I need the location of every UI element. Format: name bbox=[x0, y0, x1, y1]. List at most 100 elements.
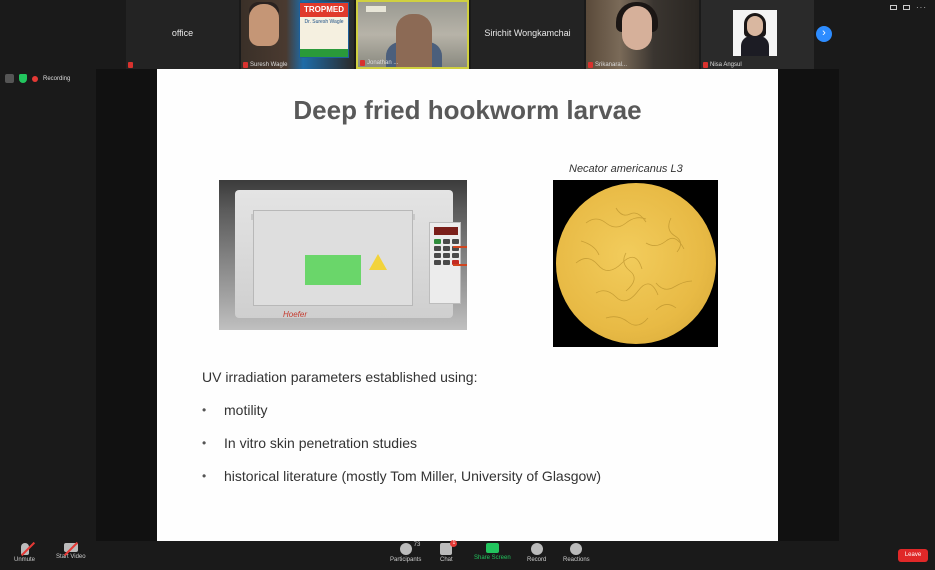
participant-caption bbox=[128, 62, 133, 68]
video-tile-suresh[interactable]: TROPMED Dr. Suresh Wagle Suresh Wagle bbox=[241, 0, 354, 69]
slide-title: Deep fried hookworm larvae bbox=[293, 95, 642, 125]
bullet-marker: • bbox=[202, 469, 207, 483]
more-options-icon[interactable]: ··· bbox=[916, 4, 927, 12]
recording-label: Recording bbox=[43, 75, 71, 82]
larva bbox=[595, 283, 659, 302]
keypad-key bbox=[443, 260, 450, 265]
larva bbox=[585, 217, 647, 228]
start-video-button[interactable]: Start Video bbox=[56, 543, 86, 560]
window-controls: ··· bbox=[890, 4, 927, 12]
video-tile-srikanaral[interactable]: Srikanaral... bbox=[586, 0, 699, 69]
bullet-item: • historical literature (mostly Tom Mill… bbox=[202, 468, 601, 484]
bullet-item: • In vitro skin penetration studies bbox=[202, 435, 417, 451]
record-button[interactable]: Record bbox=[527, 543, 546, 563]
device-brand: Hoefer bbox=[283, 310, 308, 319]
keypad-key bbox=[443, 246, 450, 251]
microphone-muted-icon bbox=[20, 543, 29, 555]
larva bbox=[645, 237, 685, 250]
participant-body bbox=[741, 36, 769, 56]
larva bbox=[623, 252, 635, 292]
bullet-marker: • bbox=[202, 436, 207, 450]
leave-button[interactable]: Leave bbox=[898, 549, 928, 562]
larva bbox=[655, 304, 677, 311]
banner-footer bbox=[300, 49, 348, 57]
share-screen-label: Share Screen bbox=[474, 555, 511, 561]
video-tile-nisa[interactable]: Nisa Angsul bbox=[701, 0, 814, 69]
larvae-micrograph bbox=[553, 180, 718, 347]
device-keypad bbox=[429, 222, 461, 304]
encryption-shield-icon[interactable] bbox=[19, 74, 27, 83]
participant-face bbox=[747, 16, 763, 36]
keypad-key bbox=[434, 246, 441, 251]
recording-dot-icon bbox=[32, 75, 38, 82]
bullet-item: • motility bbox=[202, 402, 268, 418]
bullet-marker: • bbox=[202, 403, 207, 417]
video-gallery-strip: office TROPMED Dr. Suresh Wagle Suresh W… bbox=[126, 0, 836, 69]
participant-count: 73 bbox=[413, 542, 421, 548]
participants-button[interactable]: 73 Participants bbox=[390, 542, 422, 563]
participant-face bbox=[622, 6, 652, 50]
mic-off-icon bbox=[243, 62, 248, 68]
bullet-text: In vitro skin penetration studies bbox=[224, 435, 417, 451]
keypad-key bbox=[434, 239, 441, 244]
larvae-squiggles bbox=[575, 207, 693, 326]
participant-name: Srikanaral... bbox=[595, 62, 628, 68]
unmute-button[interactable]: Unmute bbox=[14, 543, 35, 563]
reactions-label: Reactions bbox=[563, 557, 590, 563]
zoom-meeting-window: office TROPMED Dr. Suresh Wagle Suresh W… bbox=[0, 0, 935, 570]
mic-off-icon bbox=[360, 60, 365, 66]
bullet-text: historical literature (mostly Tom Miller… bbox=[224, 468, 602, 484]
ceiling-light bbox=[366, 6, 386, 12]
meeting-status-bar: Recording bbox=[5, 74, 70, 83]
keypad-key bbox=[434, 253, 441, 258]
video-tile-office[interactable]: office bbox=[126, 0, 239, 69]
device-window bbox=[305, 255, 361, 285]
meeting-toolbar: Unmute Start Video 73 Participants 1 Cha… bbox=[0, 540, 935, 570]
participant-name: office bbox=[171, 28, 194, 38]
keypad-key bbox=[443, 239, 450, 244]
micrograph-field bbox=[556, 183, 716, 344]
larva bbox=[575, 256, 643, 271]
share-screen-button[interactable]: Share Screen bbox=[474, 543, 511, 561]
reactions-button[interactable]: Reactions bbox=[563, 543, 590, 563]
participant-caption: Jonathan ... bbox=[360, 60, 398, 66]
view-icon[interactable] bbox=[890, 5, 897, 10]
larva bbox=[655, 280, 693, 290]
reactions-icon bbox=[570, 543, 583, 555]
larva bbox=[580, 240, 600, 256]
video-tile-sirichit[interactable]: Sirichit Wongkamchai bbox=[471, 0, 584, 69]
presentation-slide: Deep fried hookworm larvae Hoefer Necato… bbox=[157, 69, 778, 541]
chat-icon: 1 bbox=[440, 540, 458, 555]
chat-badge: 1 bbox=[450, 540, 458, 547]
meeting-info-icon[interactable] bbox=[5, 74, 14, 83]
power-cable bbox=[453, 246, 467, 248]
keypad-key bbox=[452, 253, 459, 258]
participant-caption: Suresh Wagle bbox=[243, 62, 287, 68]
video-tile-active-speaker[interactable]: Jonathan ... bbox=[356, 0, 469, 69]
fullscreen-icon[interactable] bbox=[903, 5, 910, 10]
device-display bbox=[434, 227, 458, 235]
chat-button[interactable]: 1 Chat bbox=[440, 540, 458, 563]
gallery-next-button[interactable]: › bbox=[816, 26, 832, 42]
banner-title: TROPMED bbox=[300, 3, 348, 17]
unmute-label: Unmute bbox=[14, 557, 36, 563]
mic-off-icon bbox=[588, 62, 593, 68]
participants-label: Participants bbox=[390, 557, 422, 563]
power-cable bbox=[453, 264, 467, 266]
start-video-label: Start Video bbox=[56, 554, 86, 560]
uv-crosslinker-photo: Hoefer bbox=[219, 180, 467, 330]
keypad-key bbox=[452, 239, 459, 244]
participant-caption: Nisa Angsul bbox=[703, 62, 742, 68]
larva bbox=[605, 316, 649, 326]
virtual-background-banner: TROPMED Dr. Suresh Wagle bbox=[299, 2, 349, 58]
mic-off-icon bbox=[703, 62, 708, 68]
participants-icon: 73 bbox=[399, 542, 420, 555]
bullets-intro: UV irradiation parameters established us… bbox=[202, 369, 478, 385]
participant-head bbox=[396, 14, 432, 67]
camera-off-icon bbox=[63, 543, 78, 552]
keypad-buttons bbox=[434, 239, 459, 265]
participant-caption: Srikanaral... bbox=[588, 62, 627, 68]
device-body: Hoefer bbox=[235, 190, 461, 319]
micrograph-caption: Necator americanus L3 bbox=[569, 163, 683, 175]
participant-name: Jonathan ... bbox=[367, 60, 399, 66]
